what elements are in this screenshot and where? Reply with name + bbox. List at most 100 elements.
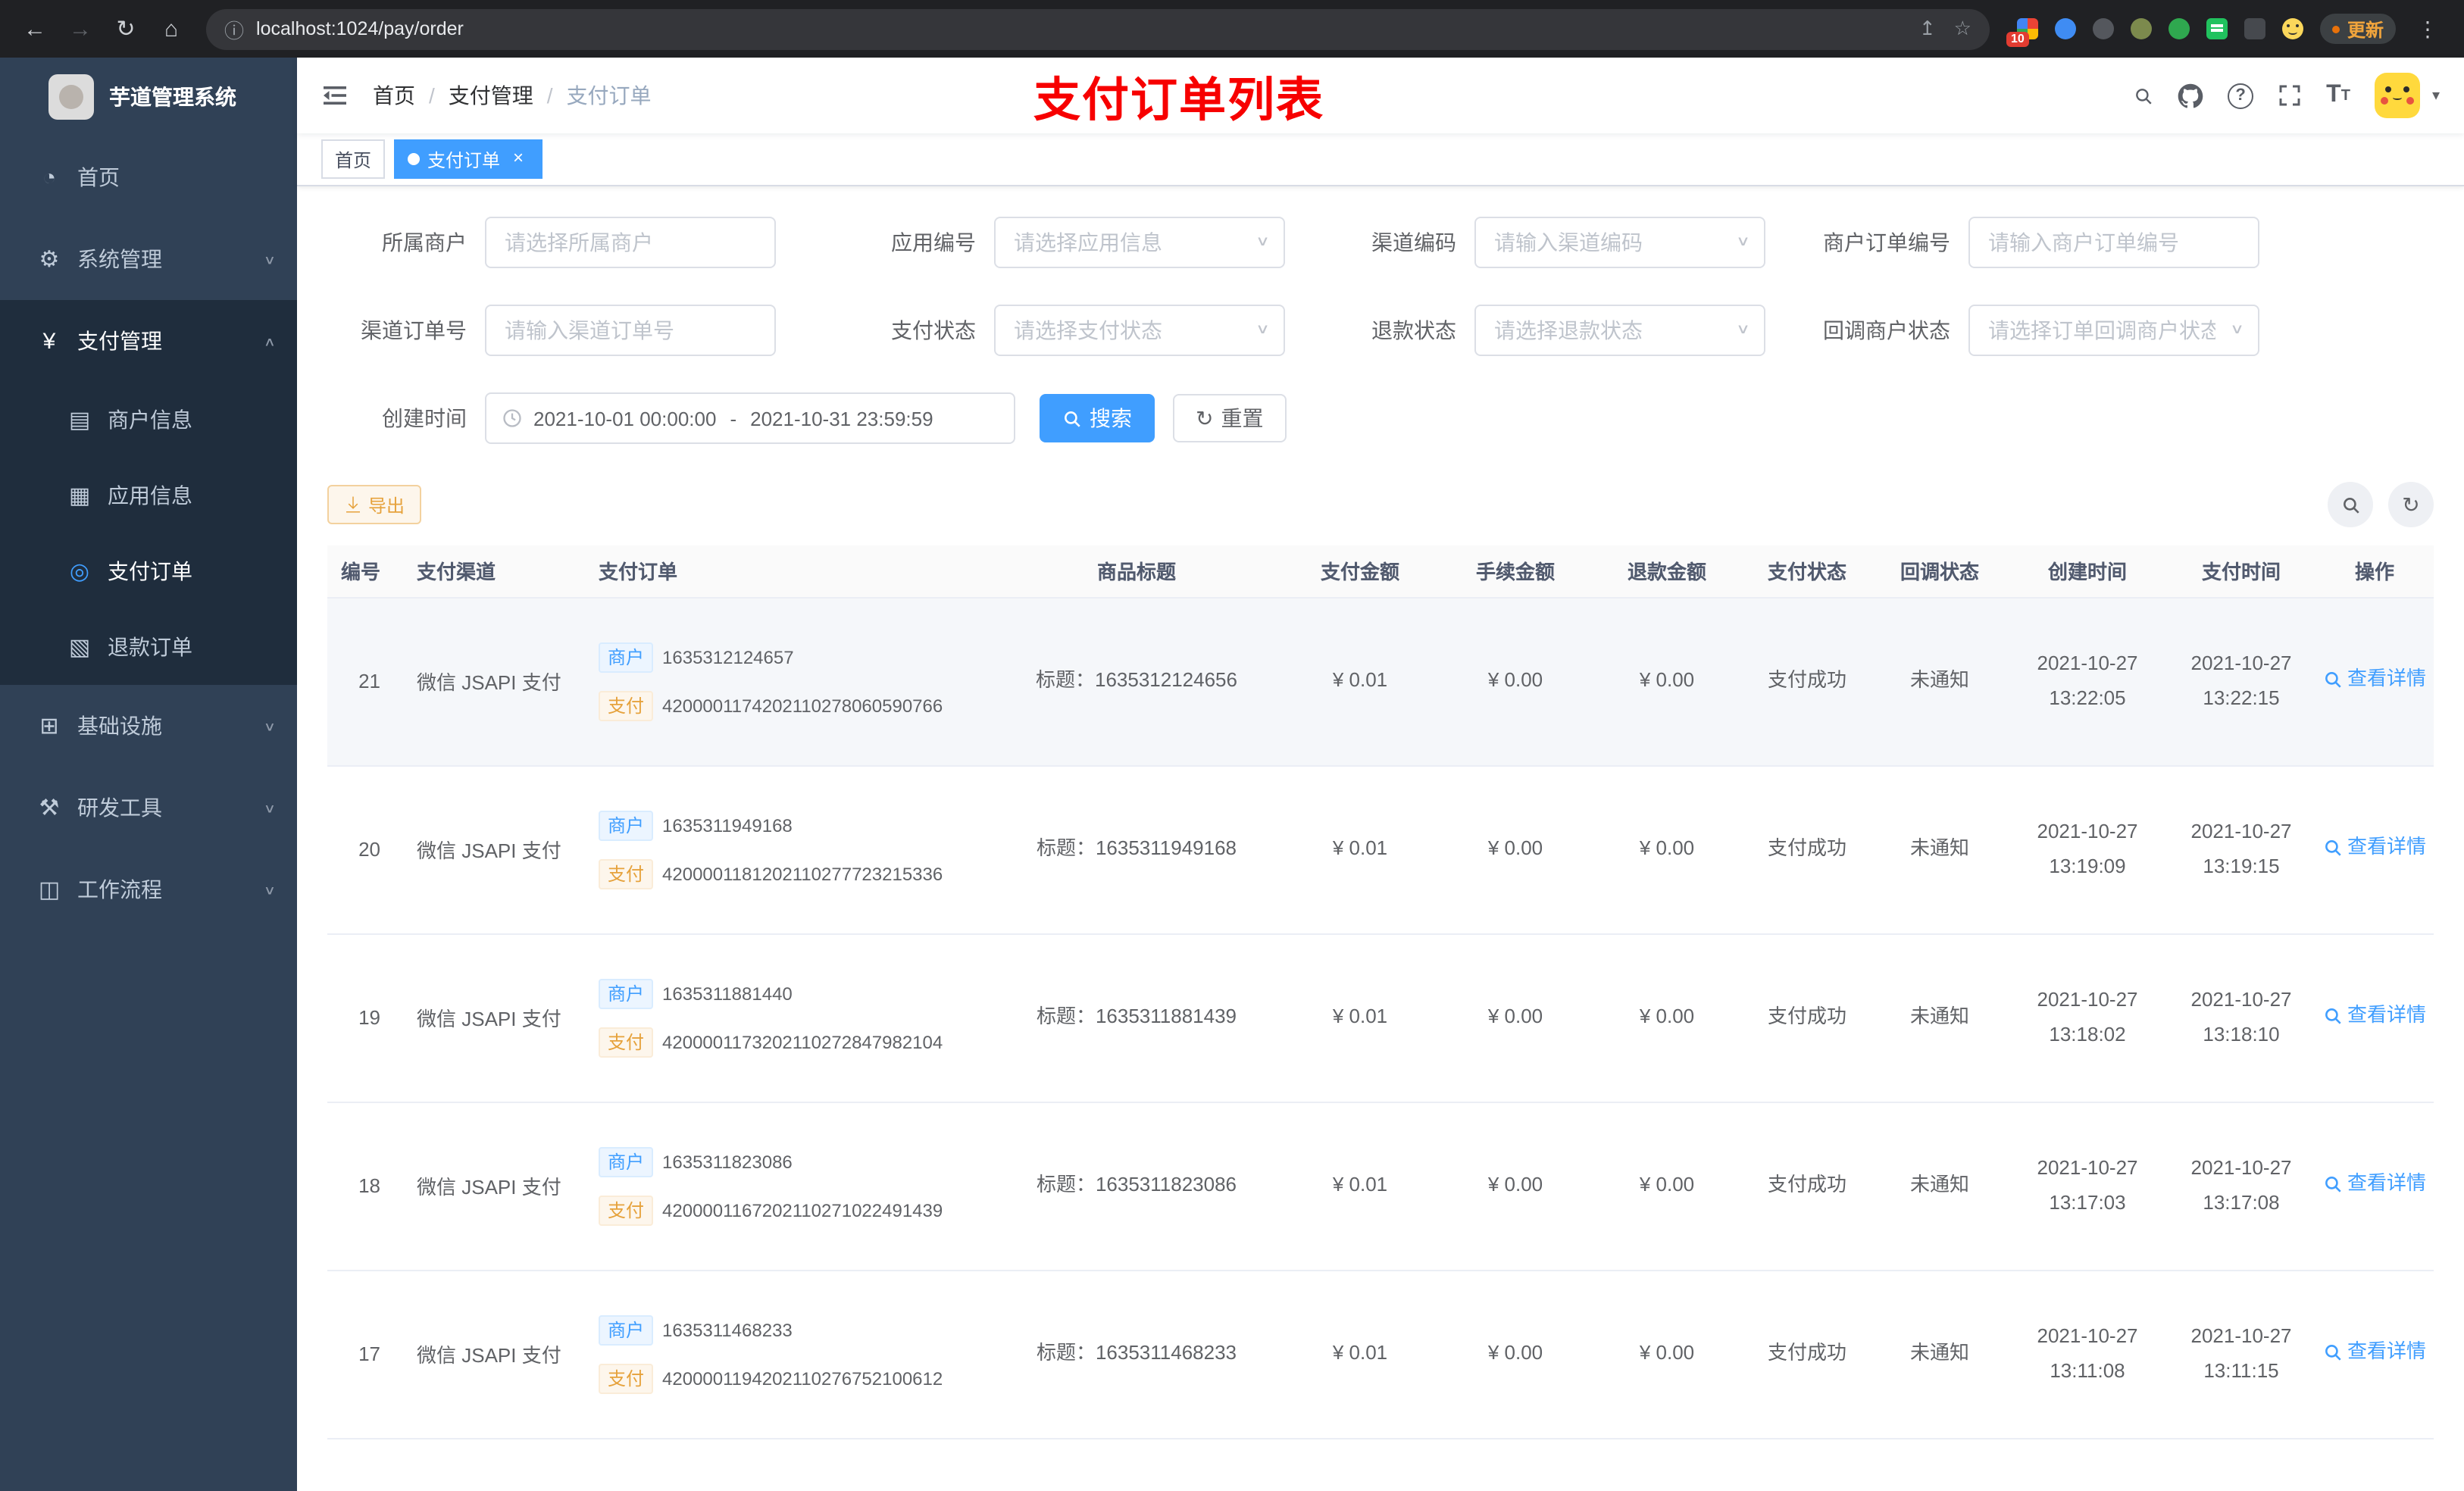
date-end: 2021-10-31 23:59:59 — [750, 407, 933, 430]
column-header-id: 编号 — [327, 545, 402, 598]
sidebar-item-app-info[interactable]: ▦ 应用信息 — [0, 458, 297, 533]
extension-dark-icon[interactable] — [2092, 18, 2114, 39]
dashboard-icon: ◔ — [42, 164, 57, 190]
tab-home[interactable]: 首页 — [321, 139, 386, 179]
merchant-order-input[interactable] — [1968, 217, 2259, 268]
menu-label: 系统管理 — [77, 247, 162, 271]
extensions-tray: 10 更新 ⋮ — [2006, 14, 2449, 47]
pay-tag: 支付 — [599, 1027, 654, 1057]
extension-green-icon[interactable] — [2168, 18, 2190, 39]
cell-product-title: 标题：1635311949168 — [993, 765, 1280, 934]
browser-menu-icon[interactable]: ⋮ — [2412, 16, 2443, 42]
cell-pay-time: 2021-10-27 13:19:15 — [2167, 765, 2315, 934]
fullscreen-icon[interactable] — [2278, 83, 2302, 108]
extension-blue-icon[interactable] — [2054, 18, 2076, 39]
site-info-icon[interactable]: ⓘ — [224, 14, 244, 43]
sidebar-item-payment[interactable]: ¥ 支付管理 ∧ — [0, 300, 297, 382]
active-tab-dot — [408, 153, 421, 165]
cell-product-title: 标题：1635312124656 — [993, 597, 1280, 766]
menu-label: 退款订单 — [108, 635, 192, 659]
browser-forward-icon[interactable]: → — [61, 9, 100, 48]
bookmark-star-icon[interactable]: ☆ — [1954, 17, 1972, 41]
download-icon — [346, 496, 360, 513]
sidebar-item-home[interactable]: ◔ 首页 — [0, 136, 297, 218]
extension-puzzle-icon[interactable] — [2244, 18, 2265, 39]
cell-pay-order: 商户 1635311468233 支付 42000011942021102767… — [583, 1270, 993, 1439]
cell-refund-amount: ¥ 0.00 — [1591, 597, 1743, 766]
table-row: 17 微信 JSAPI 支付 商户 1635311468233 支付 42000… — [327, 1270, 2434, 1439]
header-search-icon[interactable] — [2134, 86, 2153, 105]
workflow-icon: ◫ — [38, 877, 61, 903]
sidebar-item-pay-order[interactable]: ◎ 支付订单 — [0, 533, 297, 609]
refund-status-select[interactable] — [1474, 305, 1765, 356]
search-button[interactable]: 搜索 — [1040, 394, 1155, 442]
pay-tag: 支付 — [599, 1363, 654, 1393]
extension-grid-icon[interactable]: 10 — [2006, 18, 2038, 47]
breadcrumb-payment[interactable]: 支付管理 — [449, 80, 533, 111]
user-avatar[interactable] — [2374, 73, 2420, 118]
cell-pay-status: 支付成功 — [1743, 1270, 1871, 1439]
cell-pay-channel: 微信 JSAPI 支付 — [402, 1102, 583, 1271]
sidebar-item-system[interactable]: ⚙ 系统管理 ∨ — [0, 218, 297, 300]
cell-create-time: 2021-10-27 13:17:03 — [2008, 1102, 2167, 1271]
github-icon[interactable] — [2178, 83, 2203, 108]
sidebar-item-dev-tools[interactable]: ⚒ 研发工具 ∨ — [0, 767, 297, 849]
cell-pay-amount: ¥ 0.01 — [1280, 1270, 1440, 1439]
cell-refund-amount: ¥ 0.00 — [1591, 933, 1743, 1102]
tab-close-icon[interactable]: × — [508, 148, 529, 170]
breadcrumb-home[interactable]: 首页 — [373, 80, 415, 111]
browser-back-icon[interactable]: ← — [15, 9, 55, 48]
callback-status-select[interactable] — [1968, 305, 2259, 356]
extension-olive-icon[interactable] — [2130, 18, 2152, 39]
browser-update-button[interactable]: 更新 — [2319, 14, 2396, 44]
column-header-title: 商品标题 — [993, 545, 1280, 598]
channel-order-input[interactable] — [485, 305, 776, 356]
merchant-input[interactable] — [485, 217, 776, 268]
pay-status-select[interactable] — [994, 305, 1285, 356]
browser-home-icon[interactable]: ⌂ — [152, 9, 191, 48]
pay-tag: 支付 — [599, 1195, 654, 1225]
sidebar-item-infra[interactable]: ⊞ 基础设施 ∨ — [0, 685, 297, 767]
sidebar-item-workflow[interactable]: ◫ 工作流程 ∨ — [0, 849, 297, 930]
create-time-range-picker[interactable]: 2021-10-01 00:00:00 - 2021-10-31 23:59:5… — [485, 392, 1015, 444]
table-refresh-button[interactable]: ↻ — [2388, 482, 2434, 527]
user-menu-caret-icon[interactable]: ▾ — [2432, 87, 2440, 104]
channel-code-label: 渠道编码 — [1371, 230, 1456, 255]
view-detail-link[interactable]: 查看详情 — [2323, 830, 2426, 864]
share-icon[interactable]: ↥ — [1919, 17, 1936, 41]
table-search-toggle-button[interactable] — [2328, 482, 2373, 527]
view-detail-link[interactable]: 查看详情 — [2323, 1335, 2426, 1368]
sidebar-item-refund-order[interactable]: ▧ 退款订单 — [0, 609, 297, 685]
app-no-select[interactable] — [994, 217, 1285, 268]
cell-pay-time: 2021-10-27 13:22:15 — [2167, 597, 2315, 766]
view-detail-link[interactable]: 查看详情 — [2323, 999, 2426, 1032]
cell-pay-order: 商户 1635312124657 支付 42000011742021102780… — [583, 597, 993, 766]
cell-action: 查看详情 — [2315, 1102, 2434, 1271]
tab-pay-order[interactable]: 支付订单 × — [394, 139, 543, 179]
reset-button[interactable]: ↻ 重置 — [1173, 394, 1287, 442]
browser-reload-icon[interactable]: ↻ — [106, 9, 145, 48]
sidebar-item-merchant-info[interactable]: ▤ 商户信息 — [0, 382, 297, 458]
sidebar-toggle-icon[interactable] — [321, 82, 349, 109]
merchant-label: 所属商户 — [382, 230, 467, 255]
top-navbar: 首页 / 支付管理 / 支付订单 支付订单列表 ? T T ▾ — [297, 58, 2464, 133]
help-icon[interactable]: ? — [2228, 83, 2254, 108]
view-detail-link[interactable]: 查看详情 — [2323, 1167, 2426, 1200]
extension-chat-icon[interactable] — [2206, 18, 2228, 39]
export-button[interactable]: 导出 — [327, 485, 422, 524]
cell-pay-order: 商户 1635311823086 支付 42000011672021102710… — [583, 1102, 993, 1271]
cell-fee-amount: ¥ 0.00 — [1440, 1270, 1591, 1439]
cell-action: 查看详情 — [2315, 765, 2434, 934]
view-detail-link[interactable]: 查看详情 — [2323, 662, 2426, 695]
address-bar[interactable]: ⓘ localhost:1024/pay/order ↥ ☆ — [206, 8, 1990, 49]
pay-tag: 支付 — [599, 858, 654, 889]
cell-notify-status: 未通知 — [1871, 1102, 2008, 1271]
column-header-order: 支付订单 — [583, 545, 993, 598]
url-text: localhost:1024/pay/order — [256, 18, 464, 39]
font-size-icon[interactable]: TT — [2326, 82, 2350, 109]
channel-code-select[interactable] — [1474, 217, 1765, 268]
merchant-tag: 商户 — [599, 642, 654, 672]
cell-create-time: 2021-10-27 13:19:09 — [2008, 765, 2167, 934]
cell-id: 21 — [327, 597, 402, 766]
extension-face-icon[interactable] — [2281, 18, 2303, 39]
